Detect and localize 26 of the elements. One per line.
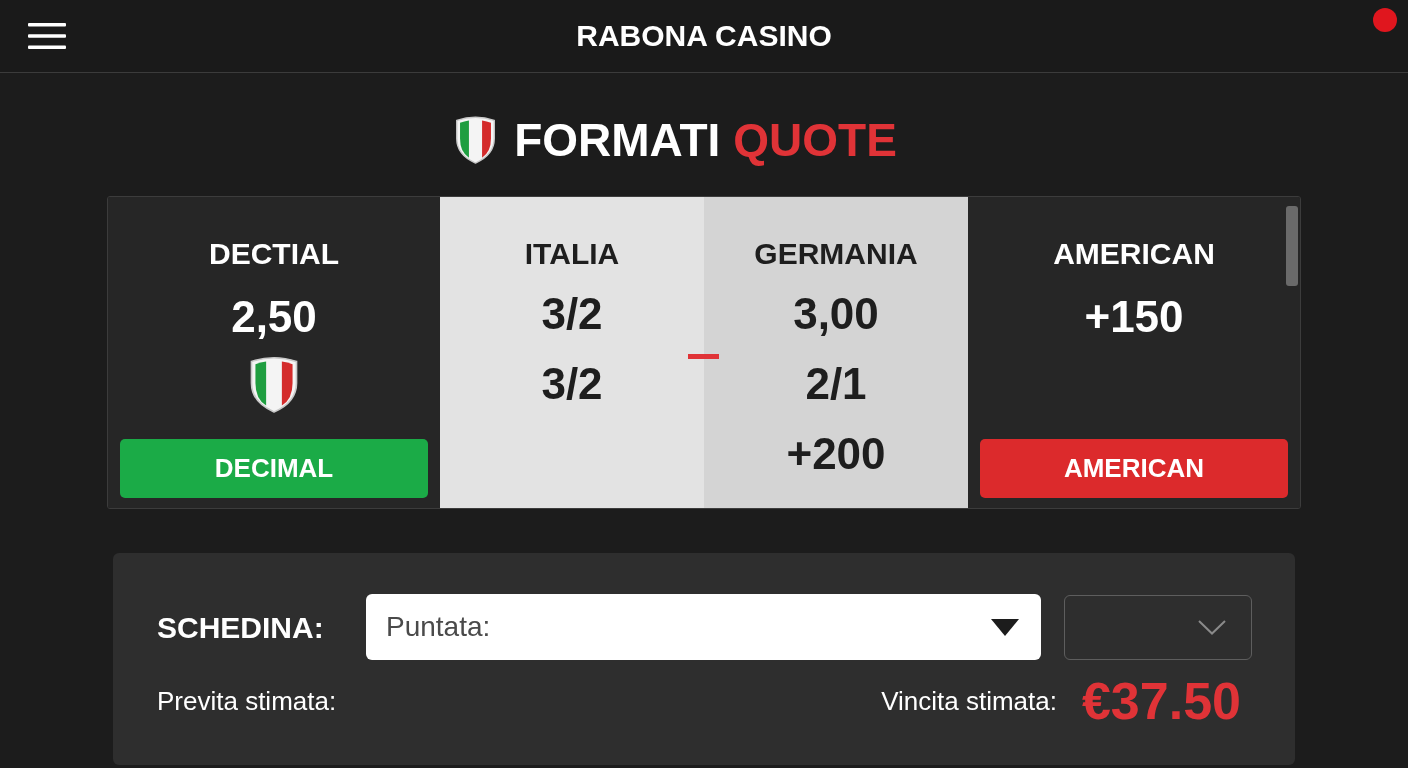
page-heading: FORMATI bbox=[514, 116, 721, 163]
winnings-label: Vincita stimata: bbox=[881, 684, 1057, 718]
dash-icon bbox=[688, 354, 719, 359]
betslip-label: SCHEDINA: bbox=[157, 609, 325, 646]
odds-value: 3/2 bbox=[541, 360, 603, 408]
app-title: RABONA CASINO bbox=[576, 21, 832, 51]
estimate-label: Previta stimata: bbox=[157, 684, 337, 718]
team-name: GERMANIA bbox=[754, 236, 918, 272]
scrollbar[interactable] bbox=[1286, 206, 1298, 286]
menu-icon[interactable] bbox=[28, 23, 66, 49]
winnings-amount: €37.50 bbox=[1081, 675, 1241, 727]
chevron-down-icon bbox=[1198, 619, 1226, 635]
odds-value: 3/2 bbox=[541, 290, 603, 338]
team-name: ITALIA bbox=[524, 236, 620, 272]
column-label: AMERICAN bbox=[1053, 236, 1215, 272]
odds-value: +200 bbox=[786, 430, 886, 478]
stake-dropdown[interactable]: Puntata: bbox=[366, 594, 1041, 660]
odds-value: +150 bbox=[1084, 293, 1184, 341]
caret-down-icon bbox=[991, 618, 1019, 636]
format-button[interactable]: AMERICAN bbox=[980, 439, 1288, 498]
column-label: DECTIAL bbox=[209, 236, 339, 272]
odds-value: 2/1 bbox=[805, 360, 867, 408]
odds-value: 2,50 bbox=[231, 293, 317, 341]
format-button[interactable]: DECIMAL bbox=[120, 439, 428, 498]
odds-value: 3,00 bbox=[793, 290, 879, 338]
dropdown[interactable] bbox=[1064, 594, 1252, 660]
